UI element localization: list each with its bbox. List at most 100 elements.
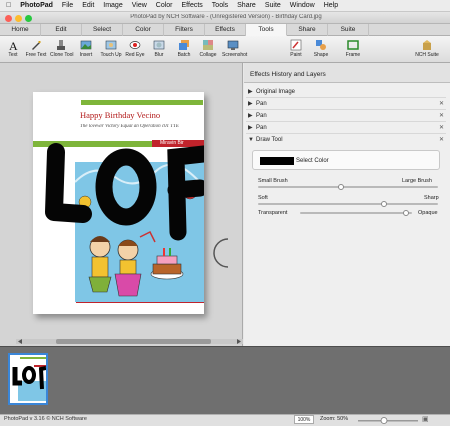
free-text-button[interactable]: Free Text: [25, 38, 47, 62]
remove-effect-icon[interactable]: ✕: [439, 110, 444, 122]
batch-button[interactable]: Batch: [173, 38, 195, 62]
menu-bar:  PhotoPad File Edit Image View Color Ef…: [0, 0, 450, 12]
menu-share[interactable]: Share: [237, 2, 256, 9]
red-eye-button[interactable]: Red Eye: [124, 38, 146, 62]
select-color-button[interactable]: Select Color: [296, 157, 329, 165]
opacity-slider[interactable]: [300, 212, 412, 214]
touch-up-button[interactable]: Touch Up: [100, 38, 122, 62]
layer-draw-tool[interactable]: ▼ Draw Tool ✕: [246, 134, 446, 146]
layer-pan-2[interactable]: ▶ Pan ✕: [246, 110, 446, 122]
menu-view[interactable]: View: [132, 2, 147, 9]
tab-edit[interactable]: Edit: [41, 24, 82, 36]
brush-size-slider[interactable]: [258, 186, 438, 188]
softness-slider[interactable]: [258, 203, 438, 205]
tab-color[interactable]: Color: [123, 24, 164, 36]
nch-suite-button[interactable]: NCH Suite: [412, 38, 442, 62]
apple-icon[interactable]: : [6, 2, 11, 9]
zoom-label: Zoom: 50%: [320, 416, 349, 422]
touch-up-icon: [105, 40, 117, 50]
tab-share[interactable]: Share: [287, 24, 328, 36]
zoom-slider[interactable]: [358, 417, 418, 424]
zoom-fit-icon[interactable]: ▣: [422, 415, 429, 423]
tab-tools[interactable]: Tools: [246, 24, 287, 36]
window-title: PhotoPad by NCH Software - (Unregistered…: [130, 14, 322, 20]
blur-button[interactable]: Blur: [148, 38, 170, 62]
tab-effects[interactable]: Effects: [205, 24, 246, 36]
screenshot-icon: [227, 40, 239, 50]
zoom-window-button[interactable]: [25, 15, 32, 22]
clone-tool-label: Clone Tool: [50, 52, 74, 58]
clone-tool-button[interactable]: Clone Tool: [50, 38, 74, 62]
remove-effect-icon[interactable]: ✕: [439, 122, 444, 134]
menu-image[interactable]: Image: [103, 2, 122, 9]
shape-button[interactable]: Shape: [310, 38, 332, 62]
shape-icon: [316, 40, 326, 50]
frame-button[interactable]: Frame: [342, 38, 364, 62]
close-window-button[interactable]: [5, 15, 12, 22]
menu-edit[interactable]: Edit: [82, 2, 94, 9]
minimize-window-button[interactable]: [15, 15, 22, 22]
expand-arrow-icon[interactable]: ▶: [248, 110, 253, 122]
insert-button[interactable]: Insert: [75, 38, 97, 62]
menu-tools[interactable]: Tools: [212, 2, 228, 9]
remove-effect-icon[interactable]: ✕: [439, 98, 444, 110]
menu-window[interactable]: Window: [290, 2, 315, 9]
tab-select[interactable]: Select: [82, 24, 123, 36]
menu-file[interactable]: File: [62, 2, 73, 9]
screenshot-label: Screenshot: [222, 52, 248, 58]
text-tool-label: Text: [8, 52, 18, 58]
frame-label: Frame: [345, 52, 361, 58]
text-tool-button[interactable]: A Text: [2, 38, 24, 62]
layer-pan-1[interactable]: ▶ Pan ✕: [246, 98, 446, 110]
layer-pan-3[interactable]: ▶ Pan ✕: [246, 122, 446, 134]
expand-arrow-icon[interactable]: ▶: [248, 122, 253, 134]
screenshot-button[interactable]: Screenshot: [222, 38, 248, 62]
opaque-label: Opaque: [418, 210, 438, 216]
small-brush-label: Small Brush: [258, 178, 288, 184]
canvas-horizontal-scrollbar[interactable]: [16, 338, 243, 345]
image-thumbnail[interactable]: [8, 353, 48, 405]
collage-button[interactable]: Collage: [197, 38, 219, 62]
red-eye-icon: [129, 41, 141, 49]
thumbnail-preview: [10, 355, 46, 403]
paint-button[interactable]: Paint: [285, 38, 307, 62]
layer-label: Pan: [256, 125, 267, 131]
layer-original-image[interactable]: ▶ Original Image: [246, 86, 446, 98]
color-swatch[interactable]: [260, 157, 294, 165]
text-icon: A: [9, 39, 18, 51]
paint-label: Paint: [290, 52, 302, 58]
canvas-resize-handle[interactable]: [213, 238, 229, 268]
brush-size-knob[interactable]: [337, 184, 344, 190]
expand-arrow-icon[interactable]: ▶: [248, 86, 253, 98]
menu-help[interactable]: Help: [324, 2, 338, 9]
menu-color[interactable]: Color: [156, 2, 173, 9]
tab-home[interactable]: Home: [0, 24, 41, 36]
soft-label: Soft: [258, 195, 268, 201]
layer-label: Original Image: [256, 89, 296, 95]
sharp-label: Sharp: [424, 195, 439, 201]
menu-app-name[interactable]: PhotoPad: [20, 2, 53, 9]
blur-icon: [153, 40, 165, 50]
tab-suite[interactable]: Suite: [328, 24, 369, 36]
frame-icon: [347, 40, 359, 50]
blur-label: Blur: [154, 52, 164, 58]
collapse-arrow-icon[interactable]: ▼: [248, 134, 254, 146]
tab-filters[interactable]: Filters: [164, 24, 205, 36]
zoom-input[interactable]: 100%: [294, 415, 314, 424]
remove-effect-icon[interactable]: ✕: [439, 134, 444, 146]
free-text-label: Free Text: [25, 52, 47, 58]
batch-icon: [179, 40, 189, 50]
softness-knob[interactable]: [381, 201, 387, 207]
menu-suite[interactable]: Suite: [265, 2, 281, 9]
layer-label: Pan: [256, 113, 267, 119]
layer-label: Draw Tool: [256, 137, 283, 143]
nch-suite-icon: [423, 40, 431, 50]
menu-effects[interactable]: Effects: [182, 2, 203, 9]
paint-icon: [290, 39, 302, 51]
touch-up-label: Touch Up: [100, 52, 122, 58]
clone-tool-icon: [57, 40, 65, 50]
window-title-bar: PhotoPad by NCH Software - (Unregistered…: [0, 12, 450, 24]
free-text-icon: [32, 41, 41, 50]
draw-tool-scribble: [45, 143, 204, 241]
expand-arrow-icon[interactable]: ▶: [248, 98, 253, 110]
